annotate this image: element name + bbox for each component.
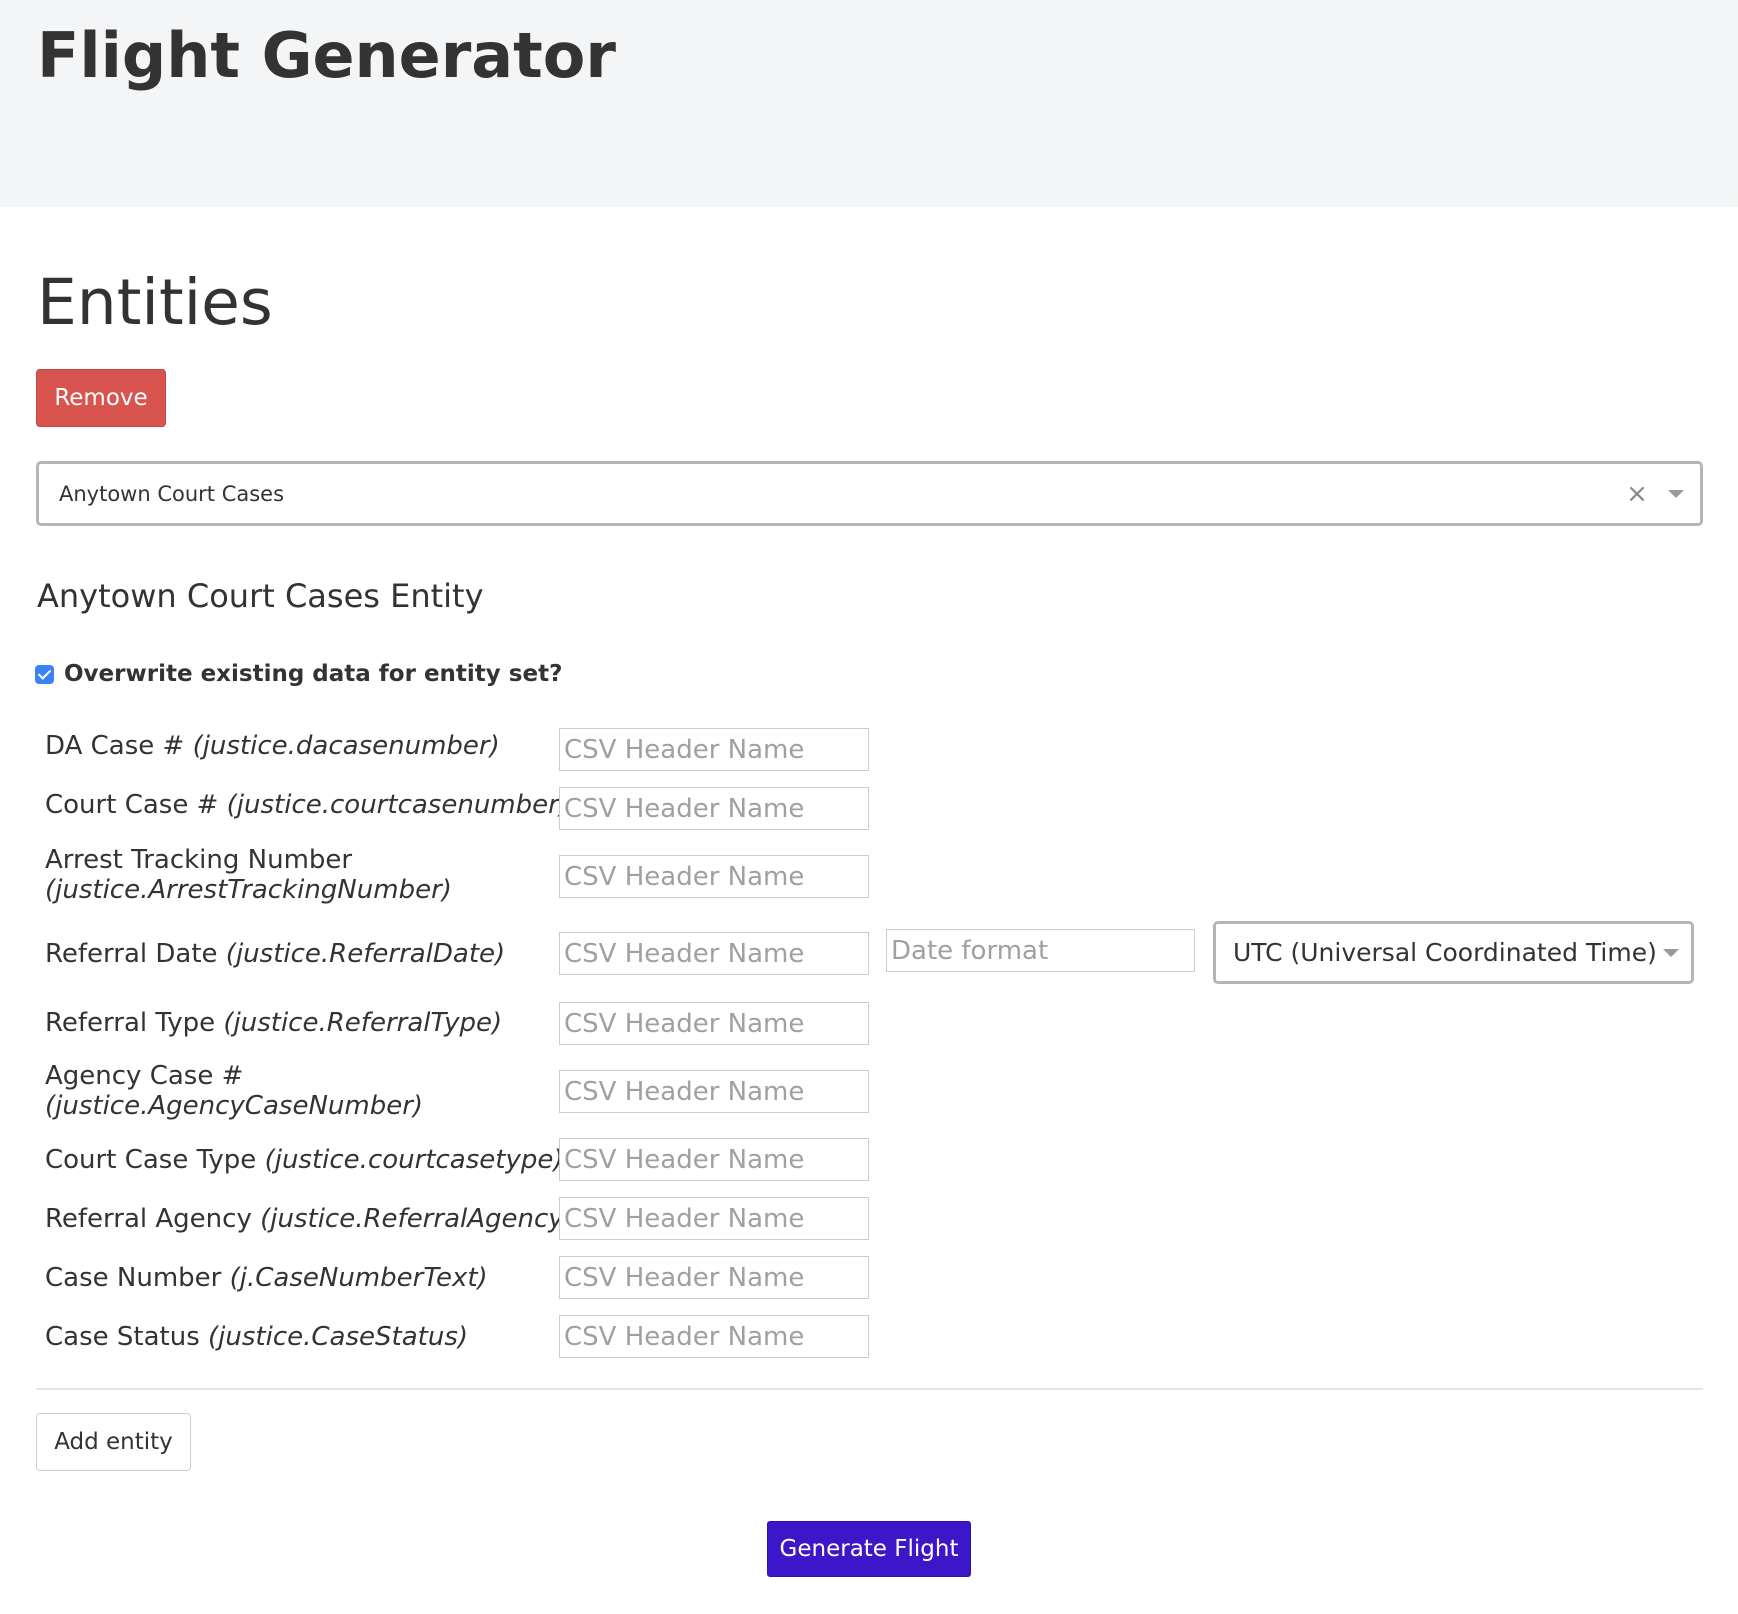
remove-button[interactable]: Remove <box>36 369 166 427</box>
divider <box>36 1388 1703 1390</box>
field-label-case-status: Case Status (justice.CaseStatus) <box>45 1322 468 1352</box>
csv-header-input-court-case-type[interactable] <box>559 1138 869 1181</box>
app-title: Flight Generator <box>37 19 616 92</box>
chevron-down-icon[interactable] <box>1668 489 1684 498</box>
overwrite-checkbox[interactable] <box>35 664 54 684</box>
timezone-select[interactable]: UTC (Universal Coordinated Time) <box>1213 921 1694 984</box>
overwrite-option[interactable]: Overwrite existing data for entity set? <box>35 661 562 687</box>
field-property: (justice.AgencyCaseNumber) <box>45 1091 424 1121</box>
csv-header-input-case-number[interactable] <box>559 1256 869 1299</box>
chevron-down-icon[interactable] <box>1663 948 1679 957</box>
csv-header-input-court-case[interactable] <box>559 787 869 830</box>
field-name: Agency Case # <box>45 1061 244 1091</box>
field-property: (justice.dacasenumber) <box>192 731 500 761</box>
entity-set-select-value: Anytown Court Cases <box>59 481 285 506</box>
field-property: (justice.courtcasenumber) <box>226 790 569 820</box>
entity-heading: Anytown Court Cases Entity <box>37 577 484 615</box>
csv-header-input-da-case[interactable] <box>559 728 869 771</box>
add-entity-button[interactable]: Add entity <box>36 1413 191 1471</box>
timezone-select-value: UTC (Universal Coordinated Time) <box>1233 938 1657 967</box>
csv-header-input-arrest-tracking[interactable] <box>559 855 869 898</box>
field-label-case-number: Case Number (j.CaseNumberText) <box>45 1263 488 1293</box>
field-label-court-case-type: Court Case Type (justice.courtcasetype) <box>45 1145 564 1175</box>
check-icon <box>37 665 52 680</box>
entity-set-select[interactable]: Anytown Court Cases × <box>36 461 1703 526</box>
field-label-referral-type: Referral Type (justice.ReferralType) <box>45 1008 502 1038</box>
field-name: Referral Type <box>45 1008 216 1038</box>
field-name: Court Case # <box>45 790 219 820</box>
field-name: DA Case # <box>45 731 185 761</box>
csv-header-input-case-status[interactable] <box>559 1315 869 1358</box>
generate-flight-button[interactable]: Generate Flight <box>767 1521 971 1577</box>
field-label-arrest-tracking: Arrest Tracking Number (justice.ArrestTra… <box>45 845 452 905</box>
close-icon[interactable]: × <box>1624 481 1650 507</box>
field-property: (justice.ReferralDate) <box>225 939 506 969</box>
csv-header-input-agency-case[interactable] <box>559 1070 869 1113</box>
field-name: Court Case Type <box>45 1145 257 1175</box>
field-name: Referral Agency <box>45 1204 252 1234</box>
field-label-court-case: Court Case # (justice.courtcasenumber) <box>45 790 569 820</box>
csv-header-input-referral-agency[interactable] <box>559 1197 869 1240</box>
date-format-input[interactable] <box>886 929 1195 972</box>
field-name: Case Number <box>45 1263 222 1293</box>
field-name: Case Status <box>45 1322 200 1352</box>
field-label-agency-case: Agency Case # (justice.AgencyCaseNumber) <box>45 1061 423 1121</box>
csv-header-input-referral-type[interactable] <box>559 1002 869 1045</box>
field-property: (justice.ReferralType) <box>223 1008 503 1038</box>
overwrite-label: Overwrite existing data for entity set? <box>64 661 563 687</box>
field-name: Arrest Tracking Number <box>45 845 353 875</box>
field-label-referral-date: Referral Date (justice.ReferralDate) <box>45 939 505 969</box>
field-label-referral-agency: Referral Agency (justice.ReferralAgency) <box>45 1204 574 1234</box>
field-name: Referral Date <box>45 939 218 969</box>
field-property: (j.CaseNumberText) <box>229 1263 488 1293</box>
header-bar: Flight Generator <box>0 0 1738 207</box>
entities-title: Entities <box>37 266 273 339</box>
field-property: (justice.ReferralAgency) <box>260 1204 574 1234</box>
field-property: (justice.CaseStatus) <box>208 1322 469 1352</box>
field-property: (justice.courtcasetype) <box>264 1145 564 1175</box>
field-property: (justice.ArrestTrackingNumber) <box>45 875 452 905</box>
csv-header-input-referral-date[interactable] <box>559 932 869 975</box>
field-label-da-case: DA Case # (justice.dacasenumber) <box>45 731 500 761</box>
